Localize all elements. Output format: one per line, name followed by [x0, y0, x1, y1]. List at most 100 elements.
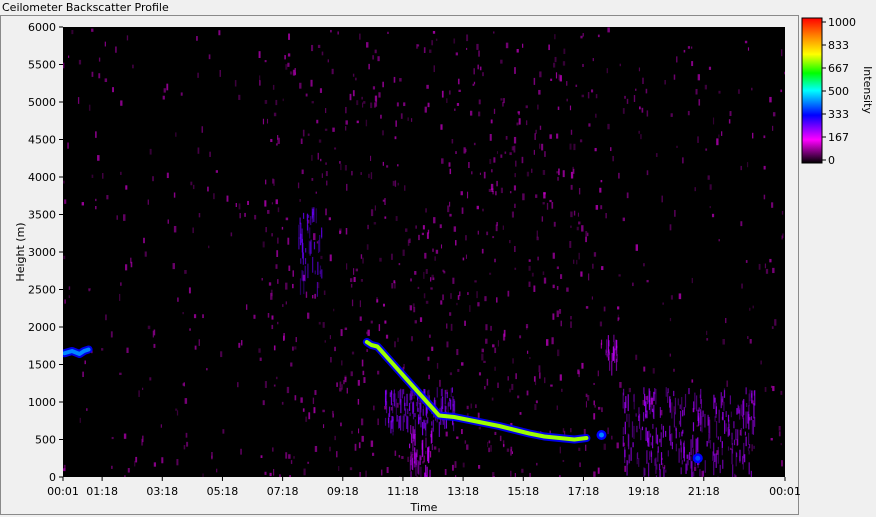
speckle-mark — [352, 73, 355, 77]
speckle-mark — [334, 346, 336, 352]
speckle-mark — [340, 163, 342, 171]
speckle-mark — [359, 33, 361, 40]
speckle-mark — [718, 239, 720, 242]
plume-mark — [733, 439, 736, 446]
speckle-mark — [442, 269, 445, 272]
plume-mark — [608, 349, 610, 361]
speckle-mark — [662, 302, 664, 305]
plume-mark — [622, 392, 624, 409]
speckle-mark — [384, 198, 386, 205]
plume-mark — [736, 408, 738, 415]
speckle-mark — [528, 281, 531, 287]
speckle-mark — [95, 131, 97, 138]
speckle-mark — [417, 286, 420, 289]
speckle-mark — [395, 120, 397, 127]
speckle-mark — [652, 368, 655, 374]
speckle-mark — [372, 86, 376, 90]
plume-mark — [694, 392, 696, 410]
speckle-mark — [478, 426, 481, 430]
speckle-mark — [728, 119, 731, 124]
plume-mark — [650, 442, 652, 446]
plume-mark — [422, 409, 424, 416]
speckle-mark — [262, 400, 265, 406]
speckle-mark — [740, 165, 743, 171]
speckle-mark — [357, 398, 360, 405]
speckle-mark — [526, 171, 530, 177]
speckle-mark — [287, 53, 291, 57]
speckle-mark — [425, 300, 429, 304]
speckle-mark — [619, 381, 622, 388]
speckle-mark — [63, 180, 65, 184]
plume-mark — [648, 388, 650, 403]
plume-mark — [655, 427, 657, 444]
speckle-mark — [422, 461, 424, 464]
plume-mark — [702, 410, 704, 417]
speckle-mark — [432, 248, 434, 252]
speckle-mark — [271, 324, 274, 330]
speckle-mark — [490, 169, 493, 173]
speckle-mark — [554, 34, 556, 40]
speckle-mark — [292, 283, 294, 289]
plume-mark — [721, 441, 723, 456]
speckle-mark — [384, 320, 387, 324]
speckle-mark — [381, 130, 384, 136]
speckle-mark — [607, 27, 610, 33]
plume-mark — [722, 412, 724, 420]
speckle-mark — [633, 95, 636, 102]
plume-mark — [410, 425, 412, 435]
speckle-mark — [491, 397, 494, 401]
plume-mark — [743, 398, 745, 416]
plume-mark — [751, 390, 753, 404]
plume-mark — [709, 439, 712, 449]
speckle-mark — [618, 274, 621, 277]
speckle-mark — [451, 464, 454, 471]
speckle-mark — [562, 459, 565, 462]
plume-mark — [713, 394, 715, 409]
speckle-mark — [314, 390, 317, 395]
speckle-mark — [556, 285, 559, 290]
speckle-mark — [674, 209, 676, 217]
speckle-mark — [351, 430, 353, 434]
speckle-mark — [272, 84, 275, 90]
plume-mark — [740, 404, 742, 416]
speckle-mark — [455, 52, 458, 56]
speckle-mark — [339, 228, 342, 234]
speckle-mark — [433, 65, 435, 73]
speckle-mark — [536, 462, 538, 466]
speckle-mark — [153, 462, 157, 467]
colorbar-tick-label: 500 — [828, 85, 849, 98]
speckle-mark — [194, 345, 197, 350]
speckle-mark — [490, 119, 493, 124]
speckle-mark — [413, 307, 416, 313]
speckle-mark — [542, 170, 546, 175]
speckle-mark — [334, 147, 337, 150]
speckle-mark — [522, 193, 525, 201]
x-tick-label: 15:18 — [507, 485, 539, 498]
speckle-mark — [363, 377, 366, 384]
plume-mark — [431, 444, 433, 451]
speckle-mark — [338, 466, 340, 471]
speckle-mark — [467, 292, 469, 295]
speckle-mark — [398, 454, 401, 458]
speckle-mark — [385, 334, 389, 339]
speckle-mark — [599, 187, 602, 193]
plume-mark — [727, 446, 730, 451]
speckle-mark — [528, 259, 531, 262]
plume-mark — [419, 457, 421, 466]
speckle-mark — [578, 187, 581, 195]
speckle-mark — [281, 226, 284, 230]
speckle-mark — [307, 133, 310, 136]
plume-mark — [304, 258, 307, 265]
speckle-mark — [676, 56, 678, 63]
speckle-mark — [339, 161, 341, 164]
speckle-mark — [495, 224, 498, 232]
x-tick-label: 11:18 — [387, 485, 419, 498]
speckle-mark — [358, 428, 360, 434]
speckle-mark — [711, 213, 715, 218]
speckle-mark — [201, 126, 204, 133]
speckle-mark — [294, 346, 297, 350]
speckle-mark — [272, 447, 274, 452]
speckle-mark — [147, 325, 151, 330]
speckle-mark — [553, 221, 556, 227]
y-tick-label: 3000 — [28, 246, 56, 259]
